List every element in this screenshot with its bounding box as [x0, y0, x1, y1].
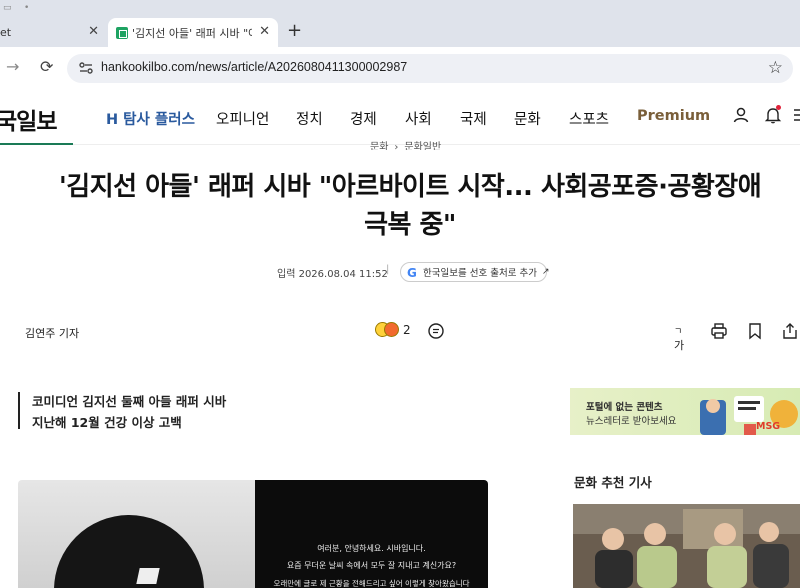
recommended-articles-title: 문화 추천 기사 — [574, 475, 652, 490]
bookmark-star-icon[interactable]: ☆ — [768, 58, 783, 78]
tab-inactive[interactable]: et ✕ — [0, 18, 107, 47]
reload-icon[interactable]: ⟳ — [40, 57, 53, 76]
logo-underline — [0, 143, 73, 145]
google-button-label: 한국일보를 선호 출처로 추가 — [423, 268, 537, 279]
breadcrumb: 문화 › 문화일반 — [370, 138, 441, 150]
menu-icon[interactable] — [794, 106, 800, 124]
close-icon[interactable]: ✕ — [259, 24, 270, 39]
comment-icon[interactable] — [427, 322, 445, 340]
banner-badge: MSG — [756, 421, 781, 432]
photo-text-line: 요즘 무더운 날씨 속에서 모두 잘 지내고 계신가요? — [286, 561, 457, 570]
notification-bell[interactable] — [764, 105, 782, 124]
google-preferred-source-button[interactable]: G 한국일보를 선호 출처로 추가 ↗ — [400, 262, 550, 282]
notification-dot — [776, 105, 781, 110]
newsletter-banner[interactable]: 포털에 없는 콘텐츠 뉴스레터로 받아보세요 MSG — [570, 388, 800, 435]
reaction-summary[interactable]: 2 — [375, 322, 411, 337]
photo-portrait — [18, 480, 255, 588]
close-icon[interactable]: ✕ — [88, 24, 99, 39]
angry-emoji-icon — [384, 322, 399, 337]
font-size-button[interactable]: ㄱ가 — [674, 324, 692, 352]
url-text: hankookilbo.com/news/article/A2026080411… — [101, 60, 408, 74]
nav-item-politics[interactable]: 정치 — [296, 108, 323, 129]
breadcrumb-section[interactable]: 문화 — [370, 142, 388, 150]
site-logo[interactable]: 국일보 — [0, 102, 57, 136]
google-icon: G — [407, 266, 417, 280]
publish-date: 입력 2026.08.04 11:52 — [277, 269, 388, 280]
new-tab-plus-icon[interactable]: + — [287, 20, 302, 41]
banner-illustration — [700, 396, 798, 435]
recommended-photo-image — [573, 504, 800, 588]
nav-item-tam[interactable]: H 탐사 플러스 — [106, 108, 195, 129]
summary-line-2: 지난해 12월 건강 이상 고백 — [32, 415, 182, 430]
nav-item-society[interactable]: 사회 — [405, 108, 432, 129]
photo-text-line: 오래만에 글로 제 근황을 전해드리고 싶어 이렇게 찾아왔습니다 — [273, 579, 470, 588]
divider: | — [386, 264, 390, 275]
user-icon[interactable] — [732, 106, 750, 124]
summary-line-1: 코미디언 김지선 둘째 아들 래퍼 시바 — [32, 394, 227, 409]
font-size-label: 가 — [674, 339, 685, 352]
tab-label: '김지선 아들' 래퍼 시바 "아르바이트 — [132, 26, 252, 40]
summary-bar — [18, 392, 20, 429]
window-icon: ▭ — [3, 3, 12, 13]
tab-label: et — [0, 26, 12, 39]
headline-line-1: '김지선 아들' 래퍼 시바 "아르바이트 시작... 사회공포증·공황장애 — [58, 172, 762, 202]
article-summary: 코미디언 김지선 둘째 아들 래퍼 시바 지난해 12월 건강 이상 고백 — [32, 391, 226, 433]
banner-subtitle: 뉴스레터로 받아보세요 — [586, 416, 677, 427]
favicon-icon — [116, 26, 128, 39]
breadcrumb-subsection[interactable]: 문화일반 — [404, 142, 441, 150]
chevron-right-icon: › — [394, 142, 399, 150]
print-icon[interactable] — [710, 322, 728, 340]
browser-toolbar: → ⟳ hankookilbo.com/news/article/A202608… — [0, 47, 800, 89]
font-size-icon: ㄱ — [674, 327, 683, 337]
photo-text-line: 여러분, 안녕하세요. 시바입니다. — [317, 544, 426, 553]
address-bar[interactable]: hankookilbo.com/news/article/A2026080411… — [67, 54, 793, 83]
site-navigation: 국일보 H 탐사 플러스 오피니언 정치 경제 사회 국제 문화 스포츠 Pre… — [0, 89, 800, 145]
browser-tab-strip: ▭ • et ✕ '김지선 아들' 래퍼 시바 "아르바이트 ✕ + — [0, 0, 800, 47]
article-photo[interactable]: 여러분, 안녕하세요. 시바입니다. 요즘 무더운 날씨 속에서 모두 잘 지내… — [18, 480, 488, 588]
nav-item-world[interactable]: 국제 — [460, 108, 487, 129]
reporter-name[interactable]: 김연주 기자 — [25, 325, 79, 341]
forward-arrow-icon[interactable]: → — [6, 57, 19, 76]
cap-logo-shape — [136, 568, 160, 584]
dot-icon: • — [24, 3, 30, 13]
article-headline: '김지선 아들' 래퍼 시바 "아르바이트 시작... 사회공포증·공황장애 극… — [20, 168, 800, 244]
banner-title: 포털에 없는 콘텐츠 — [586, 402, 663, 413]
nav-item-culture[interactable]: 문화 — [514, 108, 541, 129]
recommended-article-photo[interactable] — [573, 504, 800, 588]
external-link-icon: ↗ — [541, 267, 550, 277]
nav-item-premium[interactable]: Premium — [637, 108, 710, 124]
site-settings-icon[interactable] — [78, 60, 94, 76]
nav-item-opinion[interactable]: 오피니언 — [216, 108, 269, 129]
reaction-count: 2 — [403, 322, 411, 337]
tab-active[interactable]: '김지선 아들' 래퍼 시바 "아르바이트 ✕ — [108, 18, 278, 47]
photo-text-panel: 여러분, 안녕하세요. 시바입니다. 요즘 무더운 날씨 속에서 모두 잘 지내… — [255, 480, 488, 588]
nav-item-economy[interactable]: 경제 — [350, 108, 377, 129]
headline-line-2: 극복 중" — [364, 210, 456, 240]
bookmark-icon[interactable] — [746, 322, 764, 340]
black-cap-shape — [54, 515, 204, 588]
nav-item-sports[interactable]: 스포츠 — [569, 108, 609, 129]
share-icon[interactable] — [781, 322, 799, 340]
